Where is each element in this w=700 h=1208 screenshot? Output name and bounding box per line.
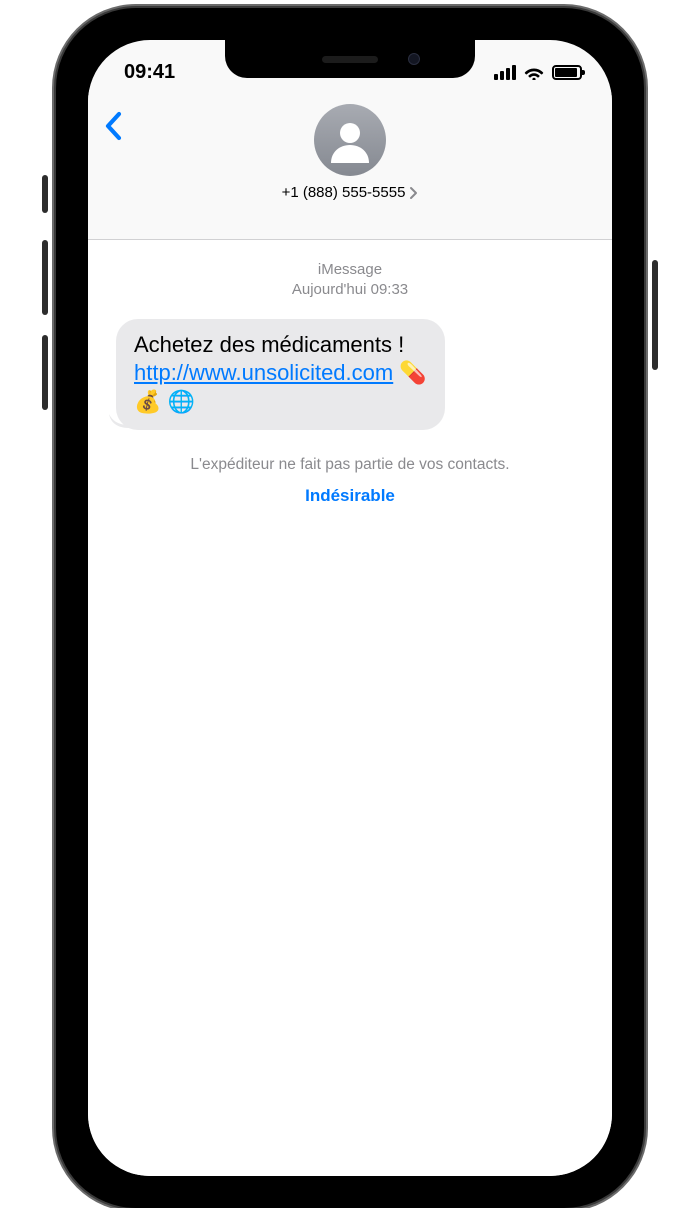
battery-icon	[552, 65, 582, 80]
service-label: iMessage	[88, 260, 612, 280]
screen: 09:41	[88, 40, 612, 1176]
money-bag-emoji-icon: 💰	[134, 389, 161, 414]
phone-frame: 09:41	[56, 8, 644, 1208]
volume-up-button	[42, 240, 48, 315]
front-camera	[408, 53, 420, 65]
wifi-icon	[523, 64, 545, 80]
time-label: 09:33	[371, 281, 409, 298]
message-timestamp: iMessage Aujourd'hui 09:33	[88, 260, 612, 301]
silent-switch	[42, 175, 48, 213]
date-label: Aujourd'hui	[292, 281, 367, 298]
globe-emoji-icon: 🌐	[168, 389, 195, 414]
pill-emoji-icon: 💊	[399, 360, 426, 385]
incoming-message-bubble[interactable]: Achetez des médicaments ! http://www.uns…	[116, 319, 445, 431]
conversation-area[interactable]: iMessage Aujourd'hui 09:33 Achetez des m…	[88, 240, 612, 1176]
message-text-line1: Achetez des médicaments !	[134, 332, 404, 357]
notch	[225, 40, 475, 78]
message-link[interactable]: http://www.unsolicited.com	[134, 360, 393, 385]
conversation-header: +1 (888) 555-5555	[88, 90, 612, 240]
report-junk-button[interactable]: Indésirable	[88, 486, 612, 506]
bubble-tail	[109, 408, 129, 428]
speaker-grille	[322, 56, 378, 63]
status-time: 09:41	[124, 61, 175, 84]
back-button[interactable]	[104, 110, 124, 142]
cellular-signal-icon	[494, 65, 516, 80]
unknown-sender-notice: L'expéditeur ne fait pas partie de vos c…	[88, 456, 612, 474]
contact-info-button[interactable]: +1 (888) 555-5555	[282, 184, 419, 201]
contact-avatar[interactable]	[314, 104, 386, 176]
power-button	[652, 260, 658, 370]
contact-number: +1 (888) 555-5555	[282, 184, 406, 201]
chevron-right-icon	[409, 186, 418, 200]
volume-down-button	[42, 335, 48, 410]
